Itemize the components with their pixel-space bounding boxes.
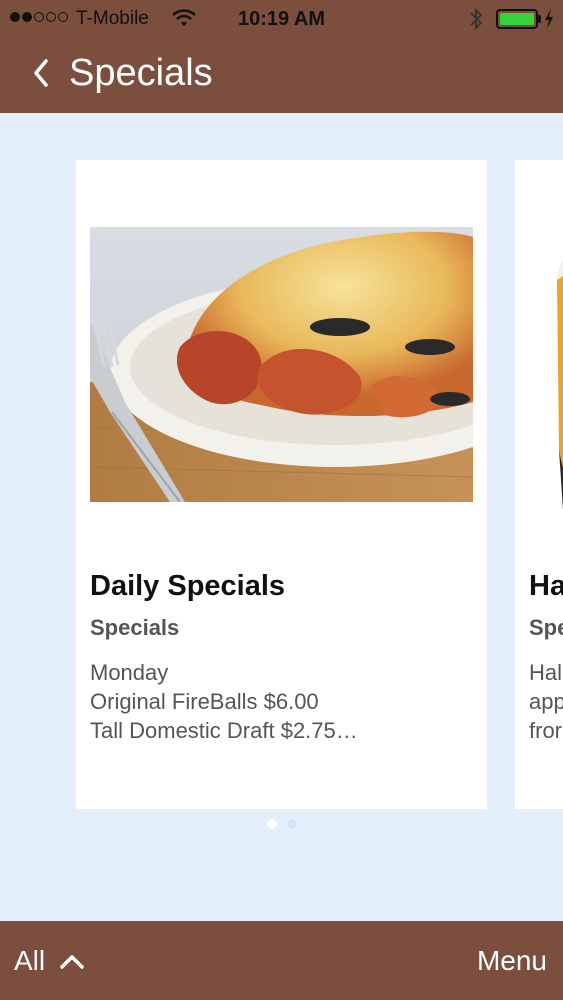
card-description-line: app [529,689,563,714]
card-description-line: Original FireBalls $6.00 [90,689,319,714]
chevron-left-icon[interactable] [30,56,52,90]
page-indicator-dot[interactable] [286,819,297,829]
page-indicator-dot-active[interactable] [266,819,277,829]
card-title: Ha [529,570,563,602]
bottom-bar: All Menu [0,921,563,1000]
card-description-line: Tall Domestic Draft $2.75… [90,718,358,743]
category-filter-button[interactable]: All [14,945,85,977]
card-category: Specials [90,615,180,640]
card-description-line: Hal [529,660,563,685]
card-description-line: Monday [90,660,169,685]
special-card[interactable]: Daily Specials Specials Monday Original … [76,160,487,809]
card-category: Spe [529,615,563,640]
food-photo [90,227,473,502]
page-indicator [0,819,563,829]
page-title: Specials [69,52,213,94]
menu-button[interactable]: Menu [477,945,547,977]
chevron-up-icon [60,955,84,969]
specials-carousel[interactable]: Daily Specials Specials Monday Original … [0,113,563,921]
special-card[interactable]: Ha Spe Hal app fror [515,160,563,809]
charging-bolt-icon [545,9,553,29]
bluetooth-icon [470,7,483,31]
screen: T-Mobile 10:19 AM Specials Daily Special… [0,0,563,1000]
battery-tip [538,15,541,23]
card-title: Daily Specials [90,570,286,602]
battery-icon [496,9,538,29]
card-description: Monday Original FireBalls $6.00 Tall Dom… [90,658,358,745]
beer-photo [549,240,563,510]
status-bar: T-Mobile 10:19 AM [0,0,563,38]
battery-level-fill [500,13,534,25]
category-filter-label: All [14,945,46,976]
header: T-Mobile 10:19 AM Specials [0,0,563,113]
nav-bar: Specials [0,38,563,113]
card-description-line: fror [529,718,562,743]
card-description: Hal app fror [529,658,563,745]
